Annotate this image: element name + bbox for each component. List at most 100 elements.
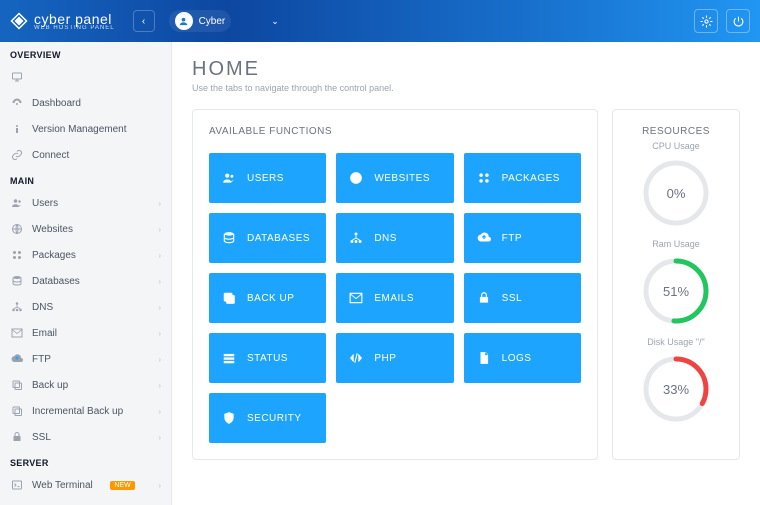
chevron-down-icon[interactable]: ⌄: [271, 16, 279, 27]
tile-websites[interactable]: WEBSITES: [336, 153, 453, 203]
main-content: HOME Use the tabs to navigate through th…: [172, 42, 760, 505]
tile-status[interactable]: STATUS: [209, 333, 326, 383]
sidebar-item-websites[interactable]: Websites›: [0, 216, 171, 242]
sidebar-collapse-button[interactable]: ‹: [133, 10, 155, 32]
chevron-right-icon: ›: [158, 381, 161, 390]
sidebar-item-ssl[interactable]: SSL ›: [0, 424, 171, 450]
sidebar-item-cloudlinux[interactable]: CloudLinuxNEW›: [0, 498, 171, 505]
users-icon: [10, 196, 24, 210]
chevron-right-icon: ›: [158, 303, 161, 312]
sidebar-item-dns[interactable]: DNS ›: [0, 294, 171, 320]
tile-label: PACKAGES: [502, 173, 560, 184]
logo[interactable]: cyber panel WEB HOSTING PANEL: [10, 11, 115, 31]
chevron-right-icon: ›: [158, 277, 161, 286]
tile-label: STATUS: [247, 353, 288, 364]
tile-emails[interactable]: EMAILS: [336, 273, 453, 323]
sidebar-item-dashboard[interactable]: Dashboard: [0, 90, 171, 116]
sidebar-item-label: Back up: [32, 380, 68, 391]
chevron-right-icon: ›: [158, 225, 161, 234]
ftp-icon: [10, 352, 24, 366]
link-icon: [10, 148, 24, 162]
user-name: Cyber: [199, 16, 226, 27]
gauge-value: 51%: [640, 255, 712, 327]
gauge-label: Ram Usage: [629, 239, 723, 249]
chevron-right-icon: ›: [158, 433, 161, 442]
sidebar-item-ftp[interactable]: FTP ›: [0, 346, 171, 372]
database-icon: [221, 230, 237, 246]
tile-databases[interactable]: DATABASES: [209, 213, 326, 263]
tile-label: DNS: [374, 233, 397, 244]
desktop-icon: [10, 70, 24, 84]
sidebar-item-web-terminal[interactable]: Web TerminalNEW›: [0, 472, 171, 498]
avatar-icon: [175, 12, 193, 30]
sidebar-item-blank[interactable]: [0, 64, 171, 90]
sidebar: OVERVIEWDashboardVersion ManagementConne…: [0, 42, 172, 505]
packages-icon: [10, 248, 24, 262]
tile-label: SSL: [502, 293, 522, 304]
sidebar-item-label: Databases: [32, 276, 80, 287]
sidebar-item-connect[interactable]: Connect: [0, 142, 171, 168]
tile-ftp[interactable]: FTP: [464, 213, 581, 263]
page-title: HOME: [192, 58, 740, 81]
tile-php[interactable]: PHP: [336, 333, 453, 383]
chevron-right-icon: ›: [158, 355, 161, 364]
tile-logs[interactable]: LOGS: [464, 333, 581, 383]
resources-card: RESOURCES CPU Usage0%Ram Usage51%Disk Us…: [612, 109, 740, 460]
gauge-disk: 33%: [640, 353, 712, 425]
tile-label: BACK UP: [247, 293, 294, 304]
chevron-right-icon: ›: [158, 329, 161, 338]
email-icon: [10, 326, 24, 340]
tile-users[interactable]: USERS: [209, 153, 326, 203]
tile-label: FTP: [502, 233, 522, 244]
tile-ssl[interactable]: SSL: [464, 273, 581, 323]
sidebar-item-databases[interactable]: Databases ›: [0, 268, 171, 294]
gauge-ram: 51%: [640, 255, 712, 327]
resources-title: RESOURCES: [629, 126, 723, 137]
tile-label: WEBSITES: [374, 173, 430, 184]
users-icon: [221, 170, 237, 186]
sidebar-item-back-up[interactable]: Back up ›: [0, 372, 171, 398]
tile-label: PHP: [374, 353, 396, 364]
power-button[interactable]: [726, 9, 750, 33]
gauge-label: Disk Usage "/": [629, 337, 723, 347]
functions-title: AVAILABLE FUNCTIONS: [209, 126, 581, 137]
email-icon: [348, 290, 364, 306]
tile-dns[interactable]: DNS: [336, 213, 453, 263]
gauge-label: CPU Usage: [629, 141, 723, 151]
power-icon: [732, 15, 745, 28]
sidebar-item-label: Email: [32, 328, 57, 339]
sidebar-item-label: Web Terminal: [32, 480, 93, 491]
backup-icon: [10, 404, 24, 418]
sidebar-item-incremental-back-up[interactable]: Incremental Back up›: [0, 398, 171, 424]
sidebar-item-email[interactable]: Email ›: [0, 320, 171, 346]
backup-icon: [10, 378, 24, 392]
gear-icon: [700, 15, 713, 28]
database-icon: [10, 274, 24, 288]
sidebar-section-label: SERVER: [0, 450, 171, 472]
sidebar-item-label: DNS: [32, 302, 53, 313]
functions-card: AVAILABLE FUNCTIONS USERS WEBSITES PACKAGE…: [192, 109, 598, 460]
sidebar-item-users[interactable]: Users›: [0, 190, 171, 216]
sidebar-item-label: Connect: [32, 150, 69, 161]
sidebar-item-label: Users: [32, 198, 58, 209]
globe-icon: [10, 222, 24, 236]
sidebar-item-label: SSL: [32, 432, 51, 443]
sidebar-item-label: Packages: [32, 250, 76, 261]
topbar: cyber panel WEB HOSTING PANEL ‹ Cyber ⌄: [0, 0, 760, 42]
security-icon: [221, 410, 237, 426]
page-subtitle: Use the tabs to navigate through the con…: [192, 83, 740, 93]
tile-security[interactable]: SECURITY: [209, 393, 326, 443]
user-chip[interactable]: Cyber: [169, 10, 232, 32]
settings-button[interactable]: [694, 9, 718, 33]
chevron-right-icon: ›: [158, 407, 161, 416]
sidebar-item-label: FTP: [32, 354, 51, 365]
globe-icon: [348, 170, 364, 186]
dns-icon: [348, 230, 364, 246]
sidebar-item-label: Version Management: [32, 124, 127, 135]
tile-back-up[interactable]: BACK UP: [209, 273, 326, 323]
sidebar-item-version-management[interactable]: Version Management: [0, 116, 171, 142]
tile-packages[interactable]: PACKAGES: [464, 153, 581, 203]
sidebar-item-packages[interactable]: Packages›: [0, 242, 171, 268]
sidebar-item-label: Dashboard: [32, 98, 81, 109]
ssl-icon: [476, 290, 492, 306]
